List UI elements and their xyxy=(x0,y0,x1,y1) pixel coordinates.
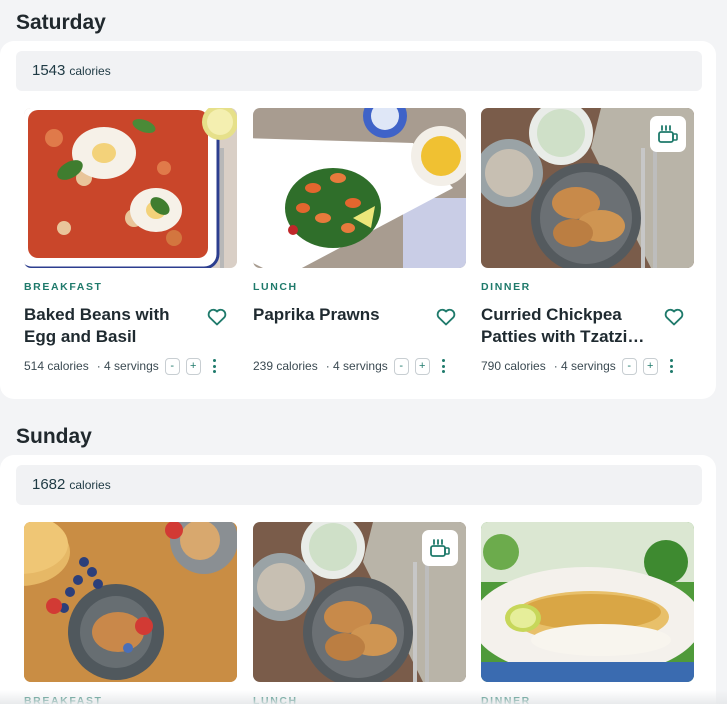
favorite-heart-icon[interactable] xyxy=(207,308,227,326)
decrease-servings-button[interactable]: - xyxy=(164,357,180,375)
recipe-meta: 790 calories · 4 servings - + xyxy=(481,356,694,376)
favorite-heart-icon[interactable] xyxy=(664,308,684,326)
daily-calories-bar: 1682 calories xyxy=(16,465,702,505)
recipe-title[interactable]: Curried Chickpea Patties with Tzatzi… xyxy=(481,304,657,348)
daily-calories-value: 1682 xyxy=(32,476,66,493)
meal-type-label: LUNCH xyxy=(253,281,298,293)
leftovers-container-icon xyxy=(650,116,686,152)
recipe-photo[interactable] xyxy=(24,108,237,268)
recipe-meta: 239 calories · 4 servings - + xyxy=(253,356,466,376)
daily-calories-unit: calories xyxy=(69,64,111,78)
recipe-servings: · 4 servings xyxy=(96,359,159,373)
day-heading-sunday: Sunday xyxy=(16,425,92,448)
more-options-icon[interactable] xyxy=(441,359,446,373)
recipe-photo[interactable] xyxy=(253,108,466,268)
recipe-photo[interactable] xyxy=(253,522,466,682)
recipe-meta: 514 calories · 4 servings - + xyxy=(24,356,237,376)
recipe-photo[interactable] xyxy=(481,108,694,268)
recipe-title[interactable]: Paprika Prawns xyxy=(253,304,429,326)
recipe-servings: · 4 servings xyxy=(553,359,616,373)
day-panel-sunday: 1682 calories BREAKFAST xyxy=(0,455,716,704)
increase-servings-button[interactable]: + xyxy=(414,357,430,375)
day-heading-saturday: Saturday xyxy=(16,11,106,34)
decrease-servings-button[interactable]: - xyxy=(621,357,637,375)
recipe-photo[interactable] xyxy=(481,522,694,682)
more-options-icon[interactable] xyxy=(669,359,674,373)
recipe-servings: · 4 servings xyxy=(325,359,388,373)
favorite-heart-icon[interactable] xyxy=(436,308,456,326)
more-options-icon[interactable] xyxy=(212,359,217,373)
recipe-calories: 790 calories xyxy=(481,359,546,373)
meal-type-label: DINNER xyxy=(481,281,531,293)
daily-calories-unit: calories xyxy=(69,478,111,492)
increase-servings-button[interactable]: + xyxy=(185,357,201,375)
recipe-photo[interactable] xyxy=(24,522,237,682)
daily-calories-value: 1543 xyxy=(32,62,66,79)
recipe-calories: 514 calories xyxy=(24,359,89,373)
decrease-servings-button[interactable]: - xyxy=(393,357,409,375)
day-panel-saturday: 1543 calories BREAKFAST Baked Beans with… xyxy=(0,41,716,399)
meal-type-label: BREAKFAST xyxy=(24,281,103,293)
scroll-fade xyxy=(0,690,727,704)
recipe-title[interactable]: Baked Beans with Egg and Basil xyxy=(24,304,200,348)
increase-servings-button[interactable]: + xyxy=(642,357,658,375)
recipe-calories: 239 calories xyxy=(253,359,318,373)
daily-calories-bar: 1543 calories xyxy=(16,51,702,91)
leftovers-container-icon xyxy=(422,530,458,566)
